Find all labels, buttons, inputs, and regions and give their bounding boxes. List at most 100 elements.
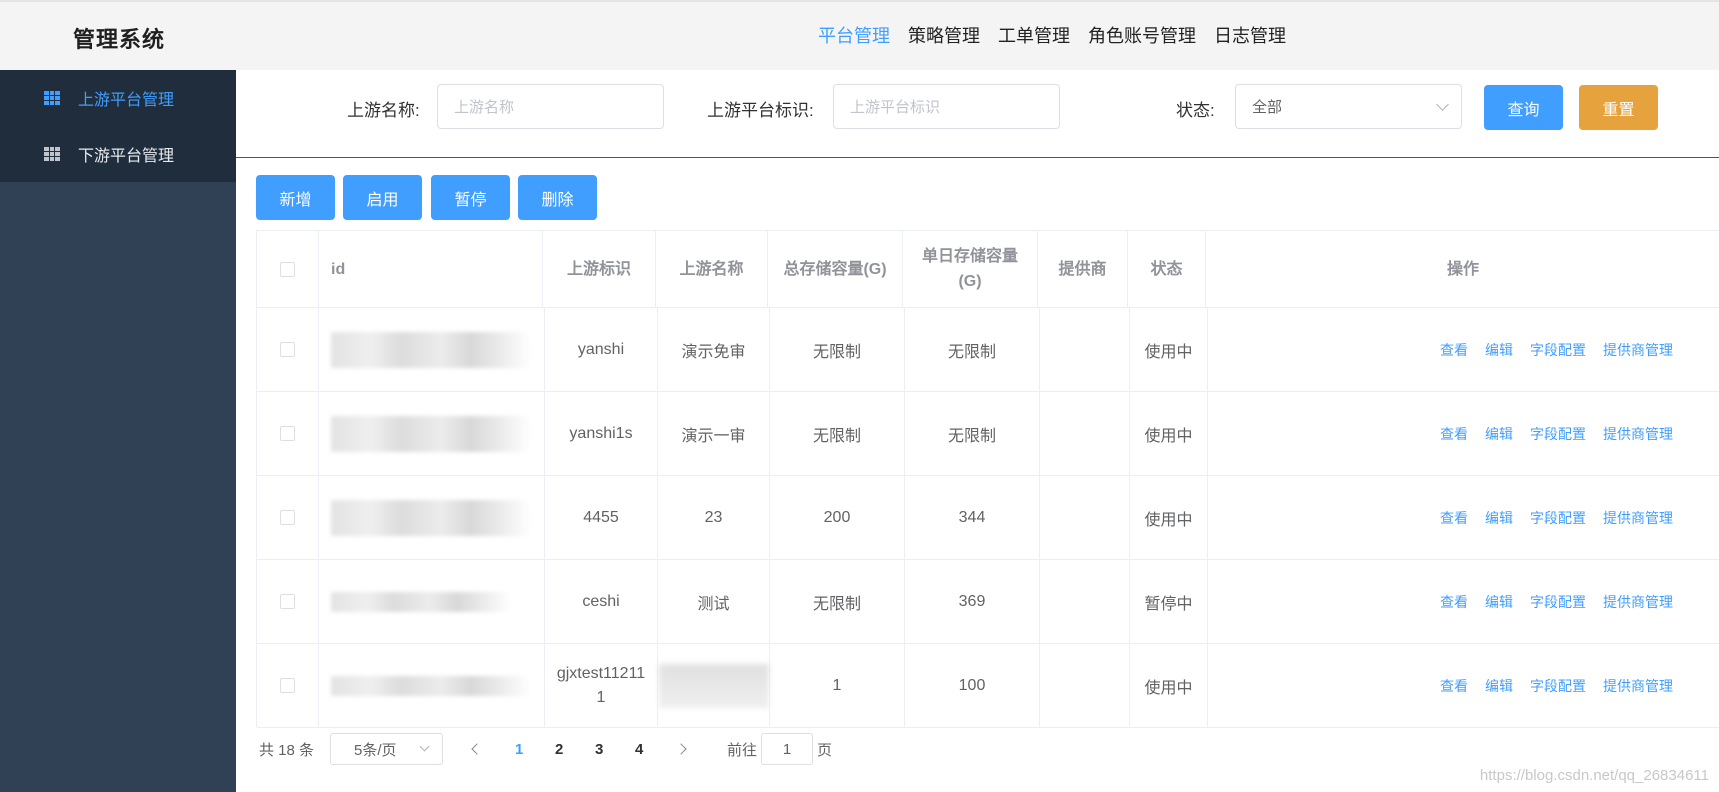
row-checkbox[interactable] [280, 594, 295, 609]
query-button[interactable]: 查询 [1484, 85, 1563, 130]
status-select[interactable]: 全部 [1235, 84, 1462, 129]
header-daily-storage: 单日存储容量(G) [903, 231, 1038, 307]
sidebar-item-upstream[interactable]: 上游平台管理 [0, 70, 236, 126]
provider-manage-link[interactable]: 提供商管理 [1603, 340, 1673, 360]
field-config-link[interactable]: 字段配置 [1530, 592, 1586, 612]
provider-manage-link[interactable]: 提供商管理 [1603, 508, 1673, 528]
page-4[interactable]: 4 [635, 733, 643, 765]
upstream-code-placeholder: 上游平台标识 [850, 99, 941, 116]
upstream-name-placeholder: 上游名称 [454, 99, 515, 116]
upstream-code-input[interactable]: 上游平台标识 [833, 84, 1060, 129]
top-bar: 管理系统 平台管理 策略管理 工单管理 角色账号管理 日志管理 [0, 0, 1719, 70]
code-cell: ceshi [545, 560, 658, 643]
pause-button[interactable]: 暂停 [431, 175, 510, 220]
page-1[interactable]: 1 [515, 733, 523, 765]
edit-link[interactable]: 编辑 [1485, 508, 1513, 528]
row-checkbox[interactable] [280, 510, 295, 525]
redacted-id [331, 331, 531, 368]
total-storage-cell: 200 [770, 476, 905, 559]
daily-storage-cell: 369 [905, 560, 1040, 643]
topnav-workorder[interactable]: 工单管理 [998, 22, 1070, 48]
id-cell [319, 308, 545, 391]
daily-storage-cell: 100 [905, 644, 1040, 727]
total-count: 共 18 条 [259, 741, 315, 759]
topnav-role-account[interactable]: 角色账号管理 [1088, 22, 1196, 48]
provider-manage-link[interactable]: 提供商管理 [1603, 676, 1673, 696]
page-3[interactable]: 3 [595, 733, 603, 765]
id-cell [319, 392, 545, 475]
name-cell [658, 644, 770, 727]
header-code: 上游标识 [543, 231, 656, 307]
upstream-name-input[interactable]: 上游名称 [437, 84, 664, 129]
row-select-cell [257, 392, 319, 475]
row-checkbox[interactable] [280, 342, 295, 357]
row-select-cell [257, 476, 319, 559]
field-config-link[interactable]: 字段配置 [1530, 340, 1586, 360]
chevron-left-icon [471, 743, 483, 755]
view-link[interactable]: 查看 [1440, 340, 1468, 360]
name-cell: 演示一审 [658, 392, 770, 475]
row-checkbox[interactable] [280, 678, 295, 693]
redacted-id [331, 415, 531, 452]
status-cell: 使用中 [1130, 392, 1208, 475]
delete-button[interactable]: 删除 [518, 175, 597, 220]
field-config-link[interactable]: 字段配置 [1530, 424, 1586, 444]
view-link[interactable]: 查看 [1440, 676, 1468, 696]
edit-link[interactable]: 编辑 [1485, 340, 1513, 360]
upstream-table: id 上游标识 上游名称 总存储容量(G) 单日存储容量(G) 提供商 状态 操… [256, 230, 1719, 728]
filter-bar: 上游名称: 上游名称 上游平台标识: 上游平台标识 状态: 全部 查询 重置 [236, 70, 1719, 158]
provider-cell [1040, 476, 1130, 559]
redacted-name [658, 663, 769, 708]
upstream-code-label: 上游平台标识: [707, 101, 814, 120]
view-link[interactable]: 查看 [1440, 424, 1468, 444]
pagination: 共 18 条 5条/页 1 2 3 4 前往 1 页 [259, 733, 1059, 765]
table-row: 4455 23 200 344 使用中 查看 编辑 字段配置 提供商管理 [257, 476, 1719, 560]
view-link[interactable]: 查看 [1440, 508, 1468, 528]
reset-button[interactable]: 重置 [1579, 85, 1658, 130]
total-storage-cell: 1 [770, 644, 905, 727]
edit-link[interactable]: 编辑 [1485, 592, 1513, 612]
view-link[interactable]: 查看 [1440, 592, 1468, 612]
topnav-strategy[interactable]: 策略管理 [908, 22, 980, 48]
add-button[interactable]: 新增 [256, 175, 335, 220]
header-id: id [319, 231, 543, 307]
name-cell: 23 [658, 476, 770, 559]
provider-manage-link[interactable]: 提供商管理 [1603, 592, 1673, 612]
page-size-select[interactable]: 5条/页 [330, 733, 443, 765]
row-checkbox[interactable] [280, 426, 295, 441]
topnav-log[interactable]: 日志管理 [1214, 22, 1286, 48]
select-all-checkbox[interactable] [280, 261, 295, 277]
provider-cell [1040, 392, 1130, 475]
next-page-button[interactable] [673, 733, 693, 765]
header-select-cell [257, 231, 319, 307]
status-cell: 使用中 [1130, 644, 1208, 727]
daily-storage-cell: 344 [905, 476, 1040, 559]
prev-page-button[interactable] [467, 733, 487, 765]
edit-link[interactable]: 编辑 [1485, 424, 1513, 444]
page-suffix: 页 [817, 741, 833, 759]
enable-button[interactable]: 启用 [343, 175, 422, 220]
status-cell: 使用中 [1130, 308, 1208, 391]
table-grid-icon [44, 147, 60, 161]
edit-link[interactable]: 编辑 [1485, 676, 1513, 696]
row-select-cell [257, 308, 319, 391]
chevron-down-icon [1436, 98, 1449, 111]
redacted-id [331, 499, 531, 536]
chevron-down-icon [419, 741, 430, 752]
provider-manage-link[interactable]: 提供商管理 [1603, 424, 1673, 444]
total-storage-cell: 无限制 [770, 560, 905, 643]
name-cell: 演示免审 [658, 308, 770, 391]
status-cell: 暂停中 [1130, 560, 1208, 643]
status-select-value: 全部 [1252, 99, 1283, 116]
code-cell: 4455 [545, 476, 658, 559]
id-cell [319, 560, 545, 643]
topnav-platform[interactable]: 平台管理 [818, 22, 890, 48]
provider-cell [1040, 644, 1130, 727]
field-config-link[interactable]: 字段配置 [1530, 508, 1586, 528]
goto-page-input[interactable]: 1 [761, 733, 813, 765]
actions-cell: 查看 编辑 字段配置 提供商管理 [1208, 560, 1719, 643]
page-2[interactable]: 2 [555, 733, 563, 765]
field-config-link[interactable]: 字段配置 [1530, 676, 1586, 696]
sidebar-item-label: 上游平台管理 [78, 92, 175, 109]
sidebar-item-downstream[interactable]: 下游平台管理 [0, 126, 236, 182]
